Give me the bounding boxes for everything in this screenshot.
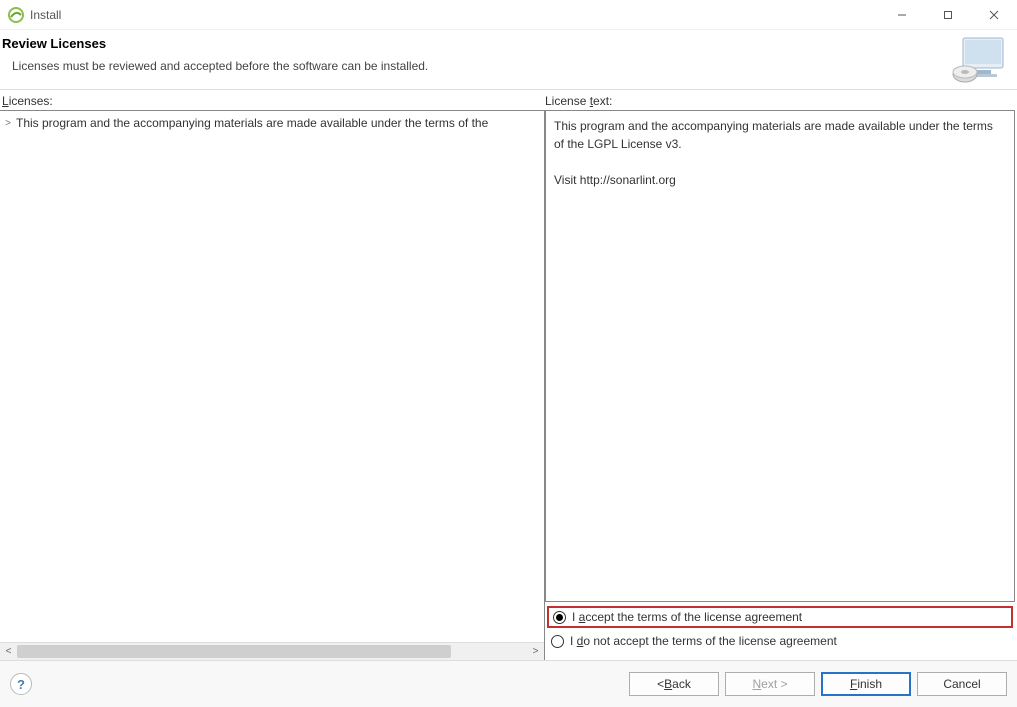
page-title: Review Licenses <box>0 36 1017 51</box>
radio-icon <box>551 635 564 648</box>
cancel-button[interactable]: Cancel <box>917 672 1007 696</box>
horizontal-scrollbar[interactable]: < > <box>0 642 544 659</box>
license-detail-pane: This program and the accompanying materi… <box>545 110 1017 660</box>
scroll-track[interactable] <box>17 643 527 660</box>
header-graphic-icon <box>949 34 1009 86</box>
license-text-label: License text: <box>545 94 1017 108</box>
radio-icon <box>553 611 566 624</box>
radio-reject-label: I do not accept the terms of the license… <box>570 634 837 648</box>
app-icon <box>8 7 24 23</box>
help-button[interactable]: ? <box>10 673 32 695</box>
window-title: Install <box>30 8 61 22</box>
titlebar: Install <box>0 0 1017 30</box>
maximize-button[interactable] <box>925 0 971 30</box>
back-button[interactable]: < Back <box>629 672 719 696</box>
chevron-right-icon[interactable]: > <box>0 118 16 129</box>
scroll-left-arrow-icon[interactable]: < <box>0 643 17 660</box>
pane-labels: Licenses: License text: <box>0 90 1017 110</box>
radio-accept[interactable]: I accept the terms of the license agreem… <box>547 606 1013 628</box>
accept-radio-group: I accept the terms of the license agreem… <box>545 602 1015 660</box>
wizard-header: Review Licenses Licenses must be reviewe… <box>0 30 1017 90</box>
finish-button[interactable]: Finish <box>821 672 911 696</box>
radio-reject[interactable]: I do not accept the terms of the license… <box>549 630 1011 652</box>
licenses-tree[interactable]: > This program and the accompanying mate… <box>0 111 544 642</box>
licenses-tree-pane: > This program and the accompanying mate… <box>0 110 545 660</box>
window-controls <box>879 0 1017 30</box>
licenses-label: Licenses: <box>0 94 545 108</box>
help-icon: ? <box>17 677 25 692</box>
next-button: Next > <box>725 672 815 696</box>
close-button[interactable] <box>971 0 1017 30</box>
license-text-area[interactable]: This program and the accompanying materi… <box>545 110 1015 602</box>
page-subtitle: Licenses must be reviewed and accepted b… <box>0 51 1017 73</box>
minimize-button[interactable] <box>879 0 925 30</box>
content-row: > This program and the accompanying mate… <box>0 110 1017 660</box>
license-tree-item[interactable]: > This program and the accompanying mate… <box>0 113 544 133</box>
radio-accept-label: I accept the terms of the license agreem… <box>572 610 802 624</box>
wizard-footer: ? < Back Next > Finish Cancel <box>0 660 1017 707</box>
wizard-body: Licenses: License text: > This program a… <box>0 90 1017 660</box>
scroll-thumb[interactable] <box>17 645 451 658</box>
scroll-right-arrow-icon[interactable]: > <box>527 643 544 660</box>
license-tree-item-label: This program and the accompanying materi… <box>16 116 488 130</box>
